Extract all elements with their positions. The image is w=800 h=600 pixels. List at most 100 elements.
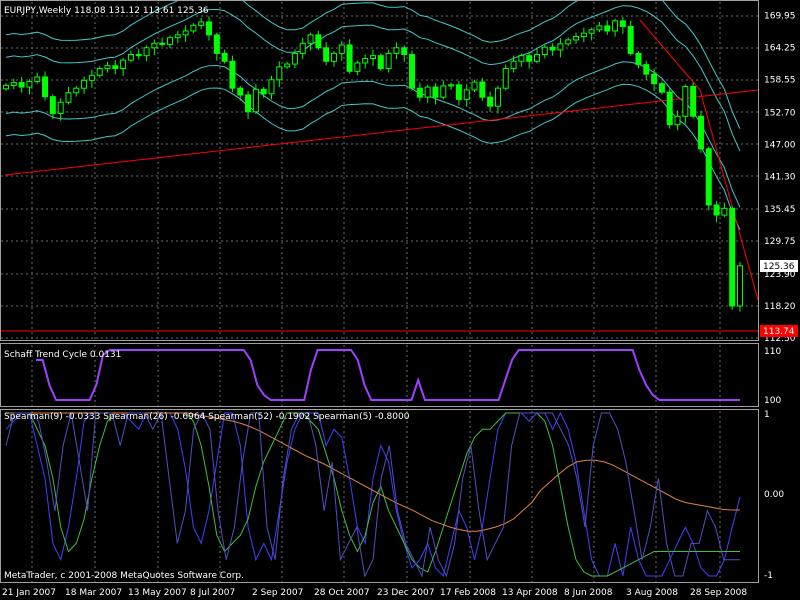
candle-bull: [10, 82, 17, 86]
price-label: 147.00: [764, 140, 796, 150]
candle-bull: [494, 87, 501, 107]
time-label: 28 Sep 2008: [690, 588, 747, 598]
candle-bear: [658, 83, 665, 93]
candle-bear: [409, 54, 416, 89]
candle-bull: [362, 57, 369, 64]
time-label: 21 Jan 2007: [2, 588, 56, 598]
candle-bear: [526, 55, 533, 62]
candle-bull: [596, 25, 603, 31]
price-label: 135.45: [764, 205, 796, 215]
candle-bear: [604, 25, 611, 32]
candle-bull: [448, 84, 455, 87]
price-label: 141.30: [764, 172, 796, 182]
candle-bear: [221, 52, 228, 62]
candle-bull: [73, 87, 80, 94]
candle-bear: [635, 52, 642, 66]
time-label: 13 Apr 2008: [502, 588, 558, 598]
candle-bull: [682, 86, 689, 117]
candle-bear: [487, 96, 494, 107]
price-label: 158.55: [764, 76, 796, 86]
main-price-chart[interactable]: EURJPY,Weekly 118.08 131.12 113.61 125.3…: [0, 0, 798, 344]
candle-bull: [565, 39, 572, 45]
candle-bull: [120, 59, 127, 70]
time-label: 17 Feb 2008: [440, 588, 496, 598]
time-label: 13 May 2007: [128, 588, 187, 598]
stc-panel[interactable]: Schaff Trend Cycle 0.0131 110 100: [4, 347, 781, 406]
candle-bear: [229, 60, 236, 89]
candle-bull: [143, 47, 150, 57]
candle-bear: [627, 25, 634, 54]
candle-bull: [721, 207, 728, 216]
candle-bear: [206, 21, 213, 36]
candle-bull: [541, 46, 548, 56]
time-label: 28 Oct 2007: [314, 588, 370, 598]
price-label: 118.20: [764, 302, 796, 312]
candle-bull: [96, 68, 103, 76]
candle-bull: [424, 86, 431, 98]
candle-bear: [643, 64, 650, 75]
spearman-label-bottom: -1: [764, 571, 773, 581]
candle-bull: [284, 63, 291, 68]
candle-bear: [18, 82, 25, 88]
candle-bull: [151, 42, 158, 49]
candle-bear: [377, 55, 384, 70]
candle-bear: [135, 54, 142, 57]
candle-bear: [549, 46, 556, 51]
chart-window[interactable]: EURJPY,Weekly 118.08 131.12 113.61 125.3…: [0, 0, 800, 600]
candle-bull: [174, 34, 181, 39]
spearman-series-line: [5, 411, 741, 578]
candle-bull: [573, 36, 580, 41]
candle-bull: [580, 32, 587, 38]
spearman-label-top: 1: [764, 410, 770, 420]
candle-bull: [34, 76, 41, 82]
envelope-band-line: [5, 83, 741, 231]
stc-label-100: 100: [764, 396, 781, 406]
candle-bear: [432, 86, 439, 98]
price-label: 164.25: [764, 44, 796, 54]
candle-bull: [166, 37, 173, 45]
candle-bear: [455, 84, 462, 100]
candle-bull: [307, 34, 314, 44]
time-label: 2 Sep 2007: [252, 588, 303, 598]
candle-bull: [276, 66, 283, 81]
candle-bear: [729, 207, 736, 307]
candle-bull: [518, 55, 525, 62]
candle-bear: [245, 94, 252, 113]
low-price-label: 113.74: [763, 327, 795, 337]
candle-bear: [213, 34, 220, 54]
candle-bull: [104, 65, 111, 70]
price-label: 169.95: [764, 12, 796, 22]
candle-bull: [588, 29, 595, 34]
copyright-footer: MetaTrader, c 2001-2008 MetaQuotes Softw…: [4, 571, 244, 581]
time-label: 18 Mar 2007: [65, 588, 122, 598]
support-trendline[interactable]: [4, 89, 759, 176]
current-price-label: 125.36: [763, 262, 795, 272]
candle-bear: [159, 42, 166, 45]
candle-bear: [690, 86, 697, 117]
time-label: 3 Aug 2008: [626, 588, 678, 598]
candle-bull: [338, 44, 345, 54]
candle-bull: [252, 88, 259, 113]
candle-bull: [463, 89, 470, 100]
candle-bull: [370, 55, 376, 59]
price-label: 152.70: [764, 108, 796, 118]
candle-bull: [182, 30, 189, 36]
candle-bull: [26, 80, 33, 88]
time-axis: 21 Jan 2007 18 Mar 2007 13 May 2007 8 Jul 2…: [2, 588, 747, 598]
candle-bear: [651, 73, 658, 85]
candle-bear: [49, 96, 56, 114]
spearman-label-mid: 0.00: [764, 490, 784, 500]
price-label: 129.75: [764, 237, 796, 247]
spearman-panel[interactable]: Spearman(9) -0.0333 Spearman(26) -0.6964…: [4, 410, 784, 581]
spearman-series-line: [6, 412, 740, 577]
candle-bear: [323, 47, 330, 62]
chart-title: EURJPY,Weekly 118.08 131.12 113.61 125.3…: [4, 6, 209, 16]
candle-bear: [619, 20, 626, 27]
candle-bear: [346, 44, 353, 72]
candle-bear: [416, 87, 423, 98]
time-label: 23 Dec 2007: [377, 588, 435, 598]
time-label: 8 Jul 2007: [190, 588, 235, 598]
spearman-title: Spearman(9) -0.0333 Spearman(26) -0.6964…: [4, 412, 410, 422]
candle-bull: [127, 54, 134, 61]
candle-bull: [268, 79, 275, 95]
